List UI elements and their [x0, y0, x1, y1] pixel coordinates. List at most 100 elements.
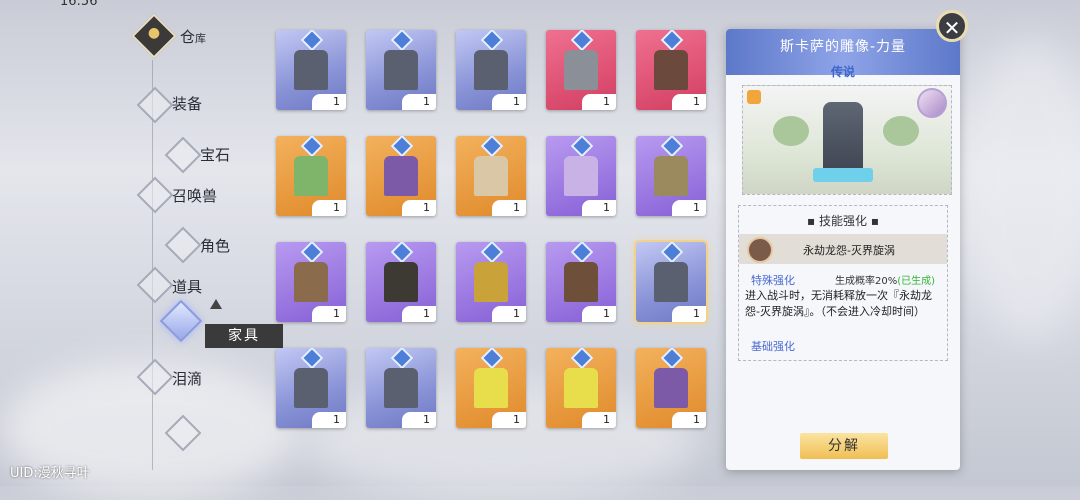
- skill-section: ▪ 技能强化 ▪ 永劫龙怨-灭界旋涡 特殊强化 生成概率20%(已生成) 进入战…: [738, 205, 948, 361]
- statue-base: [813, 168, 873, 182]
- item-cell-candle[interactable]: 1: [456, 348, 526, 428]
- statue-icon: [468, 48, 514, 92]
- nav-diamond-icon: [136, 86, 174, 124]
- nav-item-gems[interactable]: 宝石: [200, 144, 230, 165]
- nav-diamond-icon: [136, 266, 174, 304]
- candle-icon: [558, 366, 604, 410]
- tree-icon: [468, 260, 514, 304]
- item-count: 1: [582, 94, 616, 110]
- nav-diamond-icon: [164, 226, 202, 264]
- item-cell-planter[interactable]: 1: [276, 242, 346, 322]
- item-count: 1: [492, 94, 526, 110]
- item-title: 斯卡萨的雕像-力量: [779, 39, 907, 55]
- item-count: 1: [312, 94, 346, 110]
- item-count: 1: [582, 306, 616, 322]
- house-icon: [648, 48, 694, 92]
- uid-label: UID:漫秋寻叶: [10, 466, 90, 481]
- crystal-rock-icon: [648, 154, 694, 198]
- item-count: 1: [402, 200, 436, 216]
- tree-decor: [883, 116, 919, 146]
- skill-row[interactable]: 永劫龙怨-灭界旋涡: [739, 234, 947, 264]
- item-cell-candle[interactable]: 1: [546, 348, 616, 428]
- planter-icon: [288, 260, 334, 304]
- monster-box-icon: [648, 366, 694, 410]
- statue-image: [823, 102, 863, 178]
- candle-icon: [468, 366, 514, 410]
- monster-box-icon: [378, 154, 424, 198]
- warehouse-icon: ●: [131, 13, 177, 59]
- nav-item-characters[interactable]: 角色: [200, 235, 230, 256]
- item-cell-house[interactable]: 1: [636, 30, 706, 110]
- special-enhance-label: 特殊强化: [751, 274, 795, 287]
- item-count: 1: [312, 306, 346, 322]
- source-icon: [747, 90, 761, 104]
- item-cell-monster-box[interactable]: 1: [636, 348, 706, 428]
- background-cloud: [960, 40, 1080, 340]
- generation-chance: 生成概率20%(已生成): [835, 276, 936, 287]
- item-cell-crystal-rock[interactable]: 1: [636, 136, 706, 216]
- statue-icon: [378, 48, 424, 92]
- item-count: 1: [672, 412, 706, 428]
- item-cell-shop[interactable]: 1: [546, 242, 616, 322]
- nav-item-equipment[interactable]: 装备: [172, 93, 202, 114]
- item-cell-lamp[interactable]: 1: [456, 136, 526, 216]
- item-cell-statue[interactable]: 1: [276, 348, 346, 428]
- statue-icon: [648, 260, 694, 304]
- item-cell-statue[interactable]: 1: [366, 348, 436, 428]
- avatar[interactable]: [917, 88, 947, 118]
- flowerbed-icon: [288, 154, 334, 198]
- nav-item-summons[interactable]: 召唤兽: [172, 185, 217, 206]
- category-nav: ● 仓库 装备 宝石 召唤兽 角色 道具 家具 泪滴: [0, 0, 283, 486]
- item-cell-statue[interactable]: 1: [366, 30, 436, 110]
- item-count: 1: [492, 412, 526, 428]
- close-icon[interactable]: ✕: [936, 10, 968, 42]
- item-cell-statue[interactable]: 1: [456, 30, 526, 110]
- nav-item-items[interactable]: 道具: [172, 276, 202, 297]
- item-count: 1: [672, 94, 706, 110]
- skill-name: 永劫龙怨-灭界旋涡: [803, 244, 895, 257]
- item-count: 1: [402, 306, 436, 322]
- item-cell-monster-box[interactable]: 1: [366, 136, 436, 216]
- item-count: 1: [312, 200, 346, 216]
- statue-icon: [378, 366, 424, 410]
- decompose-button[interactable]: 分解: [800, 433, 888, 459]
- item-count: 1: [582, 412, 616, 428]
- item-count: 1: [312, 412, 346, 428]
- item-cell-statue[interactable]: 1: [276, 30, 346, 110]
- item-cell-flowerbed[interactable]: 1: [276, 136, 346, 216]
- skill-icon: [747, 237, 773, 263]
- statue-icon: [288, 48, 334, 92]
- item-count: 1: [402, 412, 436, 428]
- lamp-icon: [468, 154, 514, 198]
- item-count: 1: [672, 306, 706, 322]
- item-count: 1: [402, 94, 436, 110]
- item-count: 1: [582, 200, 616, 216]
- selected-diamond-icon: [159, 299, 203, 343]
- skill-tab-title: ▪ 技能强化 ▪: [807, 214, 879, 228]
- vase-icon: [558, 154, 604, 198]
- streetlamp-icon: [378, 260, 424, 304]
- statue-icon: [288, 366, 334, 410]
- rarity-label: 传说: [830, 65, 855, 79]
- skill-description: 进入战斗时，无消耗释放一次『永劫龙怨-灭界旋涡』。（不会进入冷却时间）: [745, 289, 932, 318]
- item-count: 1: [492, 200, 526, 216]
- item-cell-vase[interactable]: 1: [546, 136, 616, 216]
- shop-icon: [558, 260, 604, 304]
- item-count: 1: [492, 306, 526, 322]
- item-cell-streetlamp[interactable]: 1: [366, 242, 436, 322]
- nav-diamond-icon: [136, 358, 174, 396]
- nav-diamond-icon: [164, 136, 202, 174]
- nav-diamond-icon: [136, 176, 174, 214]
- item-detail-panel: 斯卡萨的雕像-力量 传说 ▪ 技能强化 ▪ 永劫龙怨-灭界旋涡 特殊强化 生成概…: [726, 29, 960, 470]
- item-count: 1: [672, 200, 706, 216]
- nav-item-furniture[interactable]: 家具: [205, 324, 283, 348]
- item-preview: [742, 85, 952, 195]
- nav-item-teardrops[interactable]: 泪滴: [172, 368, 202, 389]
- cabinet-icon: [558, 48, 604, 92]
- expand-triangle-icon: [210, 299, 222, 309]
- tree-decor: [773, 116, 809, 146]
- item-cell-cabinet[interactable]: 1: [546, 30, 616, 110]
- warehouse-title: 仓库: [180, 28, 207, 46]
- item-cell-statue[interactable]: 1: [634, 240, 708, 324]
- item-cell-tree[interactable]: 1: [456, 242, 526, 322]
